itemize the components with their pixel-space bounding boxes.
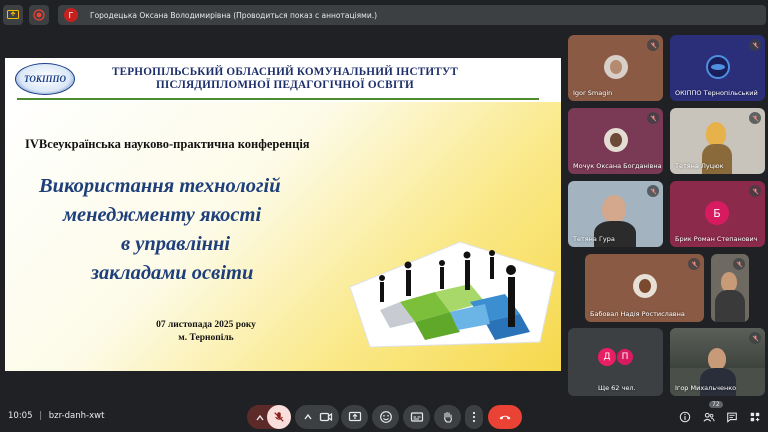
presenter-banner: Г Городецька Оксана Володимирівна (Прово… (58, 5, 766, 25)
avatar: Б (705, 201, 729, 225)
present-button[interactable] (341, 405, 368, 429)
participant-tile-1[interactable]: Igor Smagin (568, 35, 663, 101)
participant-count-badge: 72 (709, 401, 723, 408)
avatar (604, 128, 628, 152)
hang-up-icon (499, 415, 511, 420)
participant-name: Мочук Оксана Богданівна (573, 162, 662, 170)
present-screen-icon[interactable] (3, 5, 23, 25)
shared-slide: ТОКІППО ТЕРНОПІЛЬСЬКИЙ ОБЛАСНИЙ КОМУНАЛЬ… (5, 58, 561, 371)
participant-name: Тетяна Луцюк (675, 162, 724, 170)
separator: | (39, 411, 43, 421)
participant-name: Бабовал Надія Ростиславна (590, 310, 685, 318)
participant-tile-3[interactable]: Мочук Оксана Богданівна (568, 108, 663, 174)
mic-off-icon (647, 112, 659, 124)
header-divider (17, 98, 539, 100)
participant-name: Ігор Михальченко (675, 384, 737, 392)
main-title-line-2: менеджменту якості (63, 204, 262, 226)
institution-line-1: ТЕРНОПІЛЬСЬКИЙ ОБЛАСНИЙ КОМУНАЛЬНИЙ ІНСТ… (111, 66, 459, 78)
more-options-button[interactable] (465, 405, 483, 429)
participant-name: Брик Роман Степанович (675, 235, 758, 243)
more-participants-label: Ще 62 чел. (598, 384, 636, 392)
participant-name: Igor Smagin (573, 89, 613, 97)
avatar: Д (598, 348, 616, 366)
participant-tile-8[interactable] (711, 254, 749, 322)
camera-icon[interactable] (319, 410, 333, 424)
mic-control-group[interactable] (247, 405, 291, 429)
mic-off-button[interactable] (267, 405, 291, 429)
chevron-up-icon[interactable] (253, 411, 267, 425)
recording-icon[interactable] (29, 5, 49, 25)
leave-call-button[interactable] (488, 405, 522, 429)
puzzle-people-illustration (349, 241, 556, 348)
chat-button[interactable] (725, 410, 739, 424)
institute-logo: ТОКІППО (15, 63, 75, 95)
mic-off-icon (749, 39, 761, 51)
raise-hand-button[interactable] (434, 405, 461, 429)
hand-icon (443, 411, 452, 423)
clock-time: 10:05 (8, 411, 33, 421)
meet-window: Г Городецька Оксана Володимирівна (Прово… (0, 0, 768, 432)
conference-title: IVВсеукраїнська науково-практична конфер… (25, 137, 310, 151)
conference-date: 07 листопада 2025 року (156, 320, 256, 330)
participant-tile-2[interactable]: ОКІППО Тернопільський (670, 35, 765, 101)
avatar (604, 55, 628, 79)
slide-header: ТОКІППО ТЕРНОПІЛЬСЬКИЙ ОБЛАСНИЙ КОМУНАЛЬ… (5, 58, 561, 102)
participant-video (602, 195, 626, 223)
participant-body (594, 221, 636, 247)
chevron-up-icon[interactable] (301, 410, 315, 424)
participant-name: Тетяна Гура (573, 235, 615, 243)
activities-icon (750, 412, 760, 422)
participant-tile-10[interactable]: Ігор Михальченко (670, 328, 765, 396)
meeting-code: bzr-danh-xwt (48, 411, 105, 421)
participant-body (715, 290, 745, 322)
participant-name: ОКІППО Тернопільський (675, 89, 758, 97)
mic-off-icon (274, 412, 284, 422)
participant-video (706, 122, 726, 146)
participant-tile-7[interactable]: Бабовал Надія Ростиславна (585, 254, 704, 322)
main-title-line-3: в управлінні (121, 233, 231, 255)
participant-tile-6[interactable]: Б Брик Роман Степанович (670, 181, 765, 247)
mic-off-icon (688, 258, 700, 270)
mic-off-icon (733, 258, 745, 270)
presenter-avatar: Г (64, 8, 78, 22)
more-participants-tile[interactable]: Д П Ще 62 чел. (568, 328, 663, 396)
participant-tile-4[interactable]: Тетяна Луцюк (670, 108, 765, 174)
main-title-line-4: закладами освіти (91, 262, 254, 284)
participant-tile-5[interactable]: Тетяна Гура (568, 181, 663, 247)
participant-video (721, 272, 737, 292)
meeting-info: 10:05 | bzr-danh-xwt (8, 411, 104, 421)
slide-body: IVВсеукраїнська науково-практична конфер… (5, 102, 561, 371)
more-vert-icon (472, 411, 476, 423)
main-title-line-1: Використання технологій (39, 175, 281, 197)
people-icon (703, 412, 715, 422)
activities-button[interactable] (748, 410, 762, 424)
logo-text: ТОКІППО (23, 74, 67, 84)
participant-video (708, 348, 726, 370)
captions-icon (410, 412, 423, 422)
mic-off-icon (749, 332, 761, 344)
conference-place: м. Тернопіль (178, 333, 234, 343)
avatar: П (616, 348, 634, 366)
presenter-text: Городецька Оксана Володимирівна (Проводи… (90, 10, 378, 20)
info-icon (679, 411, 691, 423)
chat-icon (727, 412, 737, 423)
meeting-details-button[interactable] (678, 410, 692, 424)
captions-button[interactable] (403, 405, 430, 429)
reactions-button[interactable] (372, 405, 399, 429)
mic-off-icon (749, 112, 761, 124)
camera-control-group[interactable] (295, 405, 339, 429)
mic-off-icon (749, 185, 761, 197)
emoji-icon (379, 411, 392, 423)
mic-off-icon (647, 185, 659, 197)
avatar (633, 274, 657, 298)
institution-line-2: ПІСЛЯДИПЛОМНОЇ ПЕДАГОГІЧНОЇ ОСВІТИ (156, 79, 414, 91)
avatar (706, 55, 730, 79)
people-button[interactable] (702, 410, 716, 424)
mic-off-icon (647, 39, 659, 51)
present-icon (348, 411, 361, 422)
